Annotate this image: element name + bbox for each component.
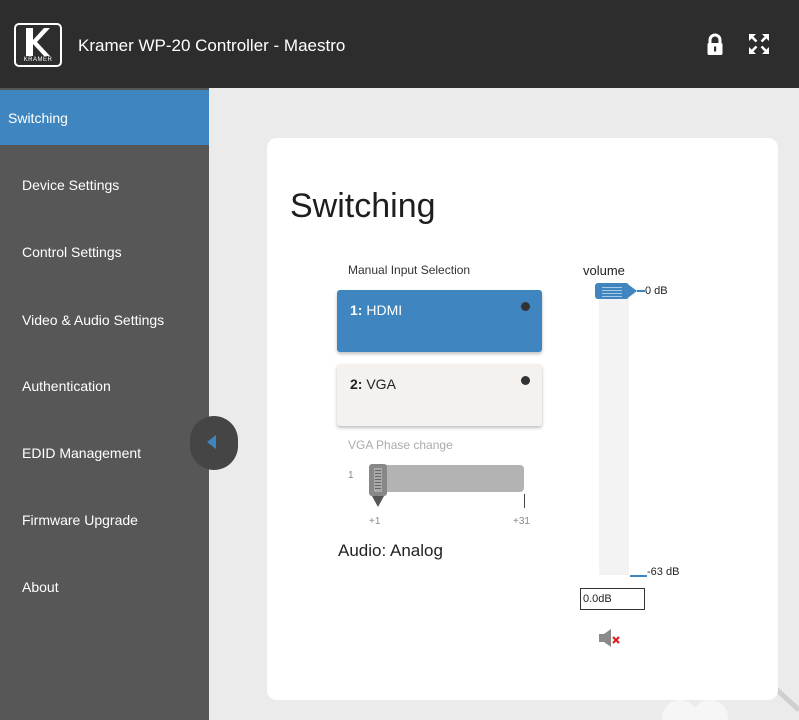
volume-min-label: -63 dB <box>647 566 680 578</box>
sidebar-item-label: Switching <box>8 109 68 126</box>
fullscreen-icon[interactable] <box>747 32 771 56</box>
signal-indicator <box>521 376 530 385</box>
vga-phase-slider-track[interactable] <box>377 465 524 492</box>
chevron-left-icon <box>207 435 216 449</box>
input-label: 2: VGA <box>350 376 396 392</box>
sidebar-item-video-audio-settings[interactable]: Video & Audio Settings <box>0 292 209 347</box>
volume-value-field[interactable]: 0.0dB <box>580 588 645 610</box>
sidebar-item-about[interactable]: About <box>0 559 209 614</box>
vga-phase-slider-handle[interactable] <box>368 463 388 511</box>
sidebar-collapse-button[interactable] <box>190 416 238 470</box>
sidebar-item-label: Video & Audio Settings <box>22 311 165 328</box>
manual-input-label: Manual Input Selection <box>348 263 471 277</box>
volume-max-label: 0 dB <box>645 285 668 297</box>
app-header: KRAMER Kramer WP-20 Controller - Maestro <box>0 0 799 88</box>
sidebar-item-label: Device Settings <box>22 176 120 193</box>
input-button-vga[interactable]: 2: VGA <box>337 364 542 426</box>
input-button-hdmi[interactable]: 1: HDMI <box>337 290 542 352</box>
volume-label: volume <box>583 263 625 278</box>
sidebar-item-label: EDID Management <box>22 444 142 461</box>
logo-text: KRAMER <box>23 57 53 63</box>
sidebar-item-authentication[interactable]: Authentication <box>0 358 209 413</box>
sidebar-item-label: Authentication <box>22 377 111 394</box>
kramer-logo: KRAMER <box>14 23 62 67</box>
sidebar-item-device-settings[interactable]: Device Settings <box>0 157 209 212</box>
sidebar-item-edid-management[interactable]: EDID Management <box>0 425 209 480</box>
sidebar-item-label: About <box>22 578 59 595</box>
mute-icon[interactable] <box>598 628 622 648</box>
audio-mode-label: Audio: Analog <box>338 541 443 560</box>
vga-phase-min-label: +1 <box>369 516 381 527</box>
vga-phase-label: VGA Phase change <box>348 438 453 452</box>
sidebar-item-label: Firmware Upgrade <box>22 511 138 528</box>
vga-phase-current-value: 1 <box>348 470 354 481</box>
kramer-k-icon <box>26 28 50 56</box>
volume-slider-track[interactable] <box>599 285 629 575</box>
input-label: 1: HDMI <box>350 302 403 318</box>
sidebar-item-label: Control Settings <box>22 243 122 260</box>
signal-indicator <box>521 302 530 311</box>
volume-min-tick <box>630 575 647 577</box>
page-title: Switching <box>290 187 436 225</box>
sidebar-item-firmware-upgrade[interactable]: Firmware Upgrade <box>0 492 209 547</box>
lock-icon[interactable] <box>703 32 727 56</box>
vga-phase-end-tick <box>524 494 525 508</box>
vga-phase-max-label: +31 <box>513 516 530 527</box>
volume-slider-handle[interactable] <box>595 281 645 301</box>
sidebar-item-control-settings[interactable]: Control Settings <box>0 224 209 279</box>
sidebar-item-switching[interactable]: Switching <box>0 90 209 145</box>
app-title: Kramer WP-20 Controller - Maestro <box>78 36 346 55</box>
